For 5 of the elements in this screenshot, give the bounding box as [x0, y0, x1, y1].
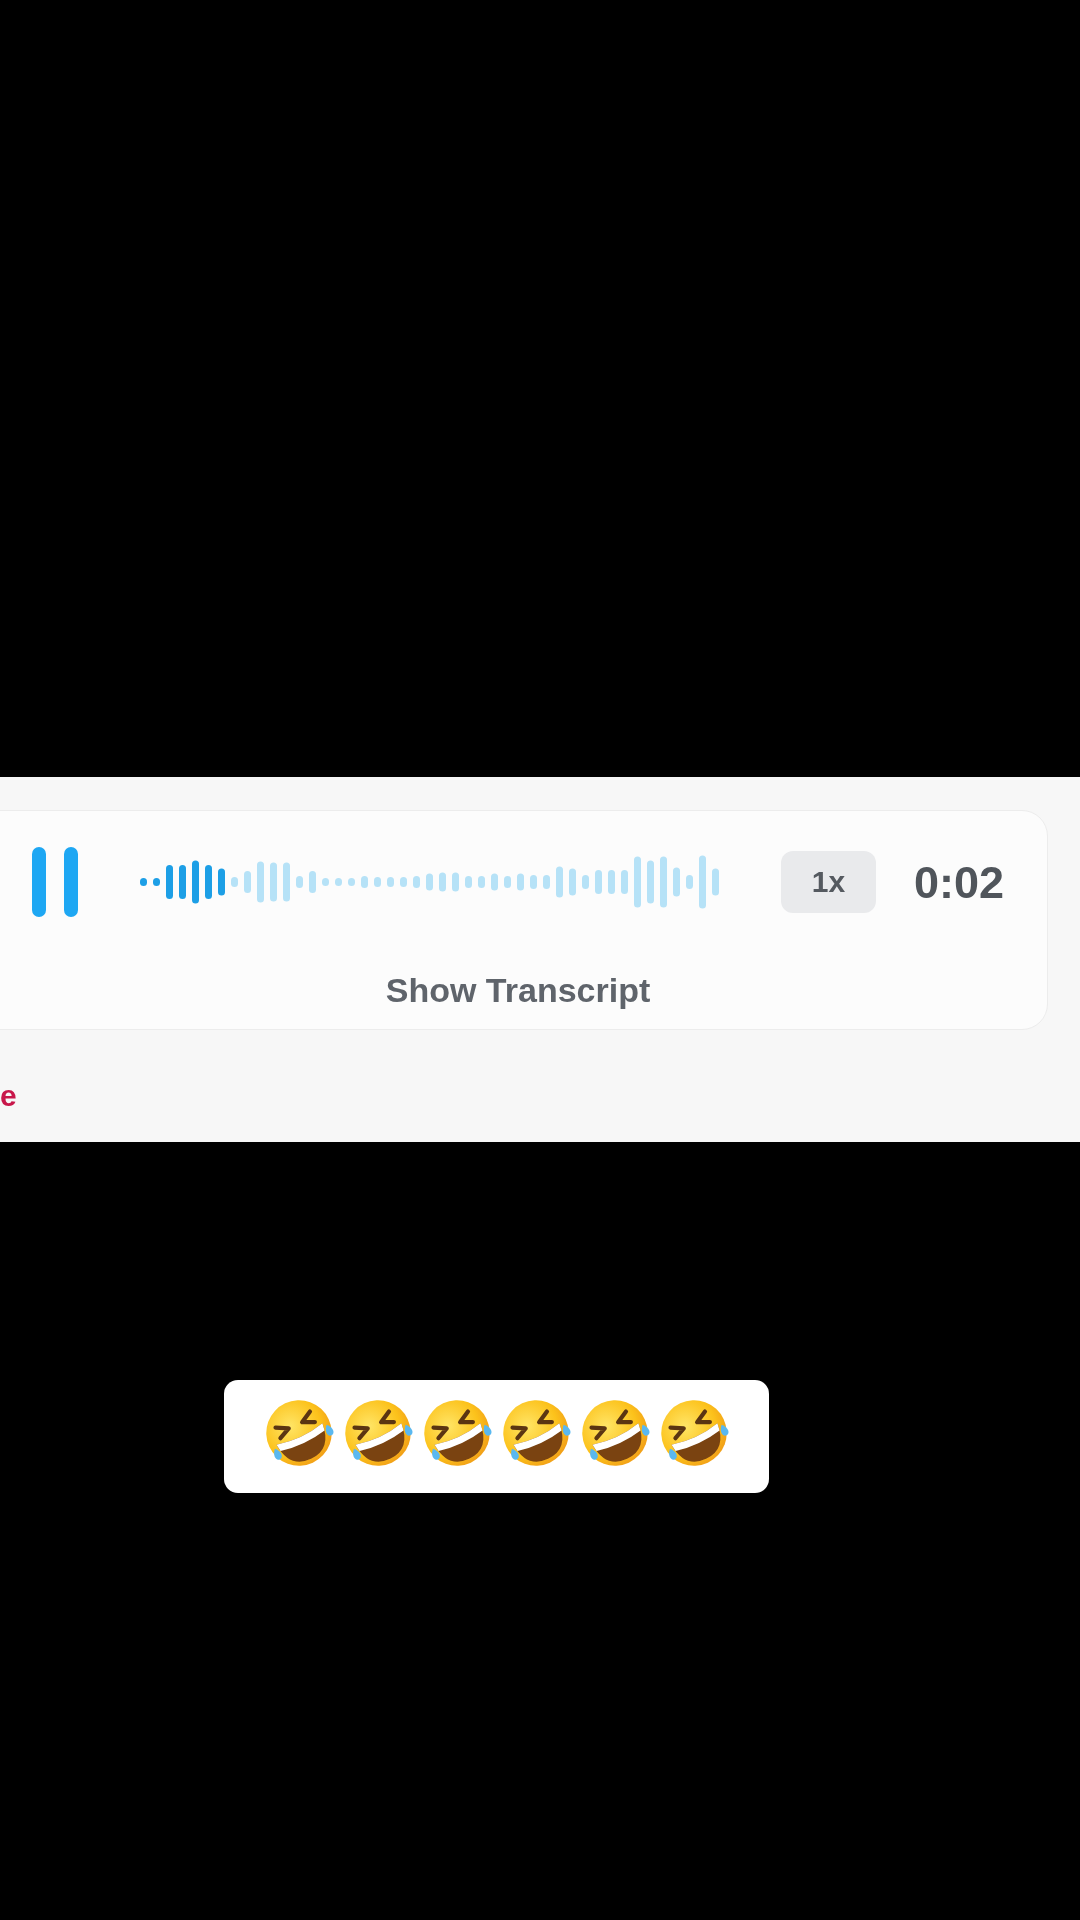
- elapsed-time: 0:02: [914, 859, 1005, 905]
- pause-icon[interactable]: [32, 847, 78, 917]
- cut-off-text: e: [0, 1078, 17, 1114]
- speed-button[interactable]: 1x: [781, 851, 876, 913]
- show-transcript-button[interactable]: Show Transcript: [385, 970, 651, 1010]
